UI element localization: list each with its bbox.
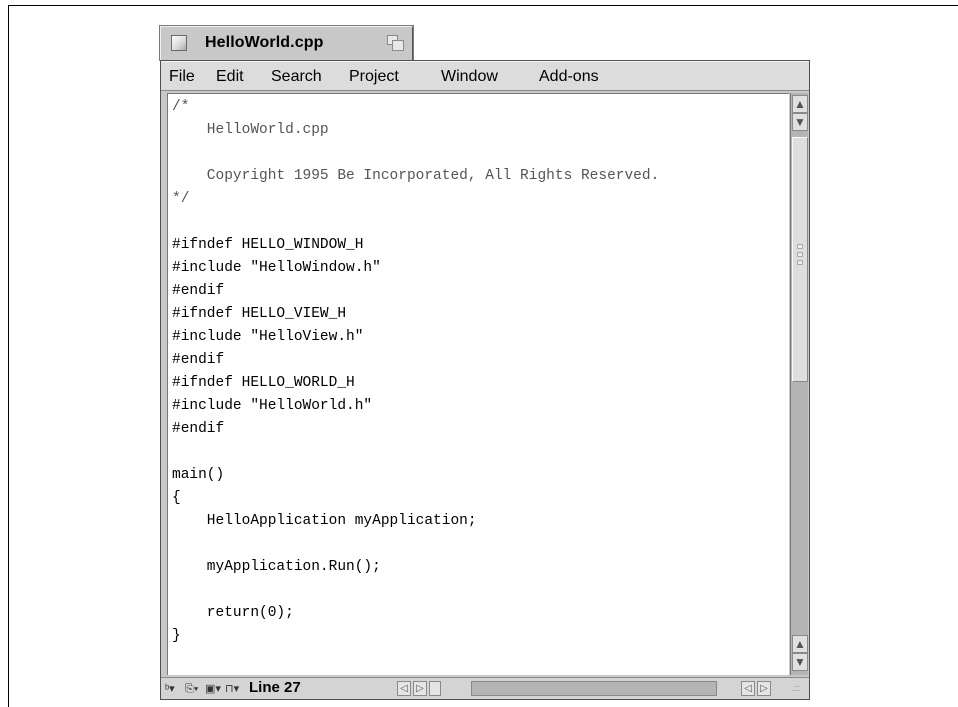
code-line: #include "HelloWindow.h" xyxy=(172,260,381,276)
function-popup-icon[interactable]: ᵇ▾ xyxy=(165,681,175,697)
code-line: { xyxy=(172,490,181,506)
menu-add-ons[interactable]: Add-ons xyxy=(539,68,599,86)
vertical-scrollbar[interactable]: ▲ ▼ ▲ ▼ xyxy=(790,93,808,675)
code-line: #endif xyxy=(172,283,225,299)
file-popup-icon[interactable]: ▣▾ xyxy=(205,681,221,697)
code-line: */ xyxy=(172,191,190,207)
horizontal-scroll-track[interactable] xyxy=(471,681,717,696)
scroll-up-top-icon[interactable]: ▲ xyxy=(792,95,808,113)
page-border-top xyxy=(8,5,958,6)
horizontal-scroll-thumb[interactable] xyxy=(429,681,441,696)
menu-file[interactable]: File xyxy=(169,68,195,86)
scroll-left-icon[interactable]: ◁ xyxy=(397,681,411,696)
menu-edit[interactable]: Edit xyxy=(216,68,244,86)
grip-icon xyxy=(797,252,803,257)
code-line: return(0); xyxy=(172,605,294,621)
scroll-right-icon[interactable]: ▷ xyxy=(413,681,427,696)
code-editor[interactable]: /* HelloWorld.cpp Copyright 1995 Be Inco… xyxy=(167,93,789,675)
window-title-tab[interactable]: HelloWorld.cpp xyxy=(160,26,413,60)
scroll-down-top-icon[interactable]: ▼ xyxy=(792,113,808,131)
code-line: #include "HelloView.h" xyxy=(172,329,364,345)
page-border-left xyxy=(8,5,9,707)
code-line: #ifndef HELLO_WINDOW_H xyxy=(172,237,364,253)
code-line: /* xyxy=(172,99,190,115)
code-line: #include "HelloWorld.h" xyxy=(172,398,373,414)
editor-window: File Edit Search Project Window Add-ons … xyxy=(160,60,810,700)
code-line: #ifndef HELLO_VIEW_H xyxy=(172,306,347,322)
header-popup-icon[interactable]: ⎘▾ xyxy=(185,681,198,697)
grip-icon xyxy=(797,260,803,265)
code-line: Copyright 1995 Be Incorporated, All Righ… xyxy=(172,168,660,184)
resize-grip-icon[interactable]: .:: xyxy=(792,681,807,696)
code-line: #endif xyxy=(172,352,225,368)
menu-window[interactable]: Window xyxy=(441,68,498,86)
scroll-left-end-icon[interactable]: ◁ xyxy=(741,681,755,696)
grip-icon xyxy=(797,244,803,249)
menu-bar: File Edit Search Project Window Add-ons xyxy=(161,61,809,91)
close-box-icon[interactable] xyxy=(171,35,187,51)
zoom-box-icon[interactable] xyxy=(387,35,404,51)
scroll-right-end-icon[interactable]: ▷ xyxy=(757,681,771,696)
code-line: HelloApplication myApplication; xyxy=(172,513,477,529)
vertical-scroll-thumb[interactable] xyxy=(792,137,808,382)
code-line: #ifndef HELLO_WORLD_H xyxy=(172,375,355,391)
menu-search[interactable]: Search xyxy=(271,68,322,86)
code-line: } xyxy=(172,628,181,644)
menu-project[interactable]: Project xyxy=(349,68,399,86)
code-line: main() xyxy=(172,467,225,483)
code-line: myApplication.Run(); xyxy=(172,559,381,575)
lock-popup-icon[interactable]: ⊓▾ xyxy=(225,681,239,697)
scroll-down-icon[interactable]: ▼ xyxy=(792,653,808,671)
window-title: HelloWorld.cpp xyxy=(205,34,324,51)
line-indicator: Line 27 xyxy=(249,679,301,696)
scroll-up-icon[interactable]: ▲ xyxy=(792,635,808,653)
status-bar: ᵇ▾ ⎘▾ ▣▾ ⊓▾ Line 27 ◁ ▷ ◁ ▷ .:: xyxy=(161,677,809,699)
code-line: #endif xyxy=(172,421,225,437)
code-line: HelloWorld.cpp xyxy=(172,122,329,138)
